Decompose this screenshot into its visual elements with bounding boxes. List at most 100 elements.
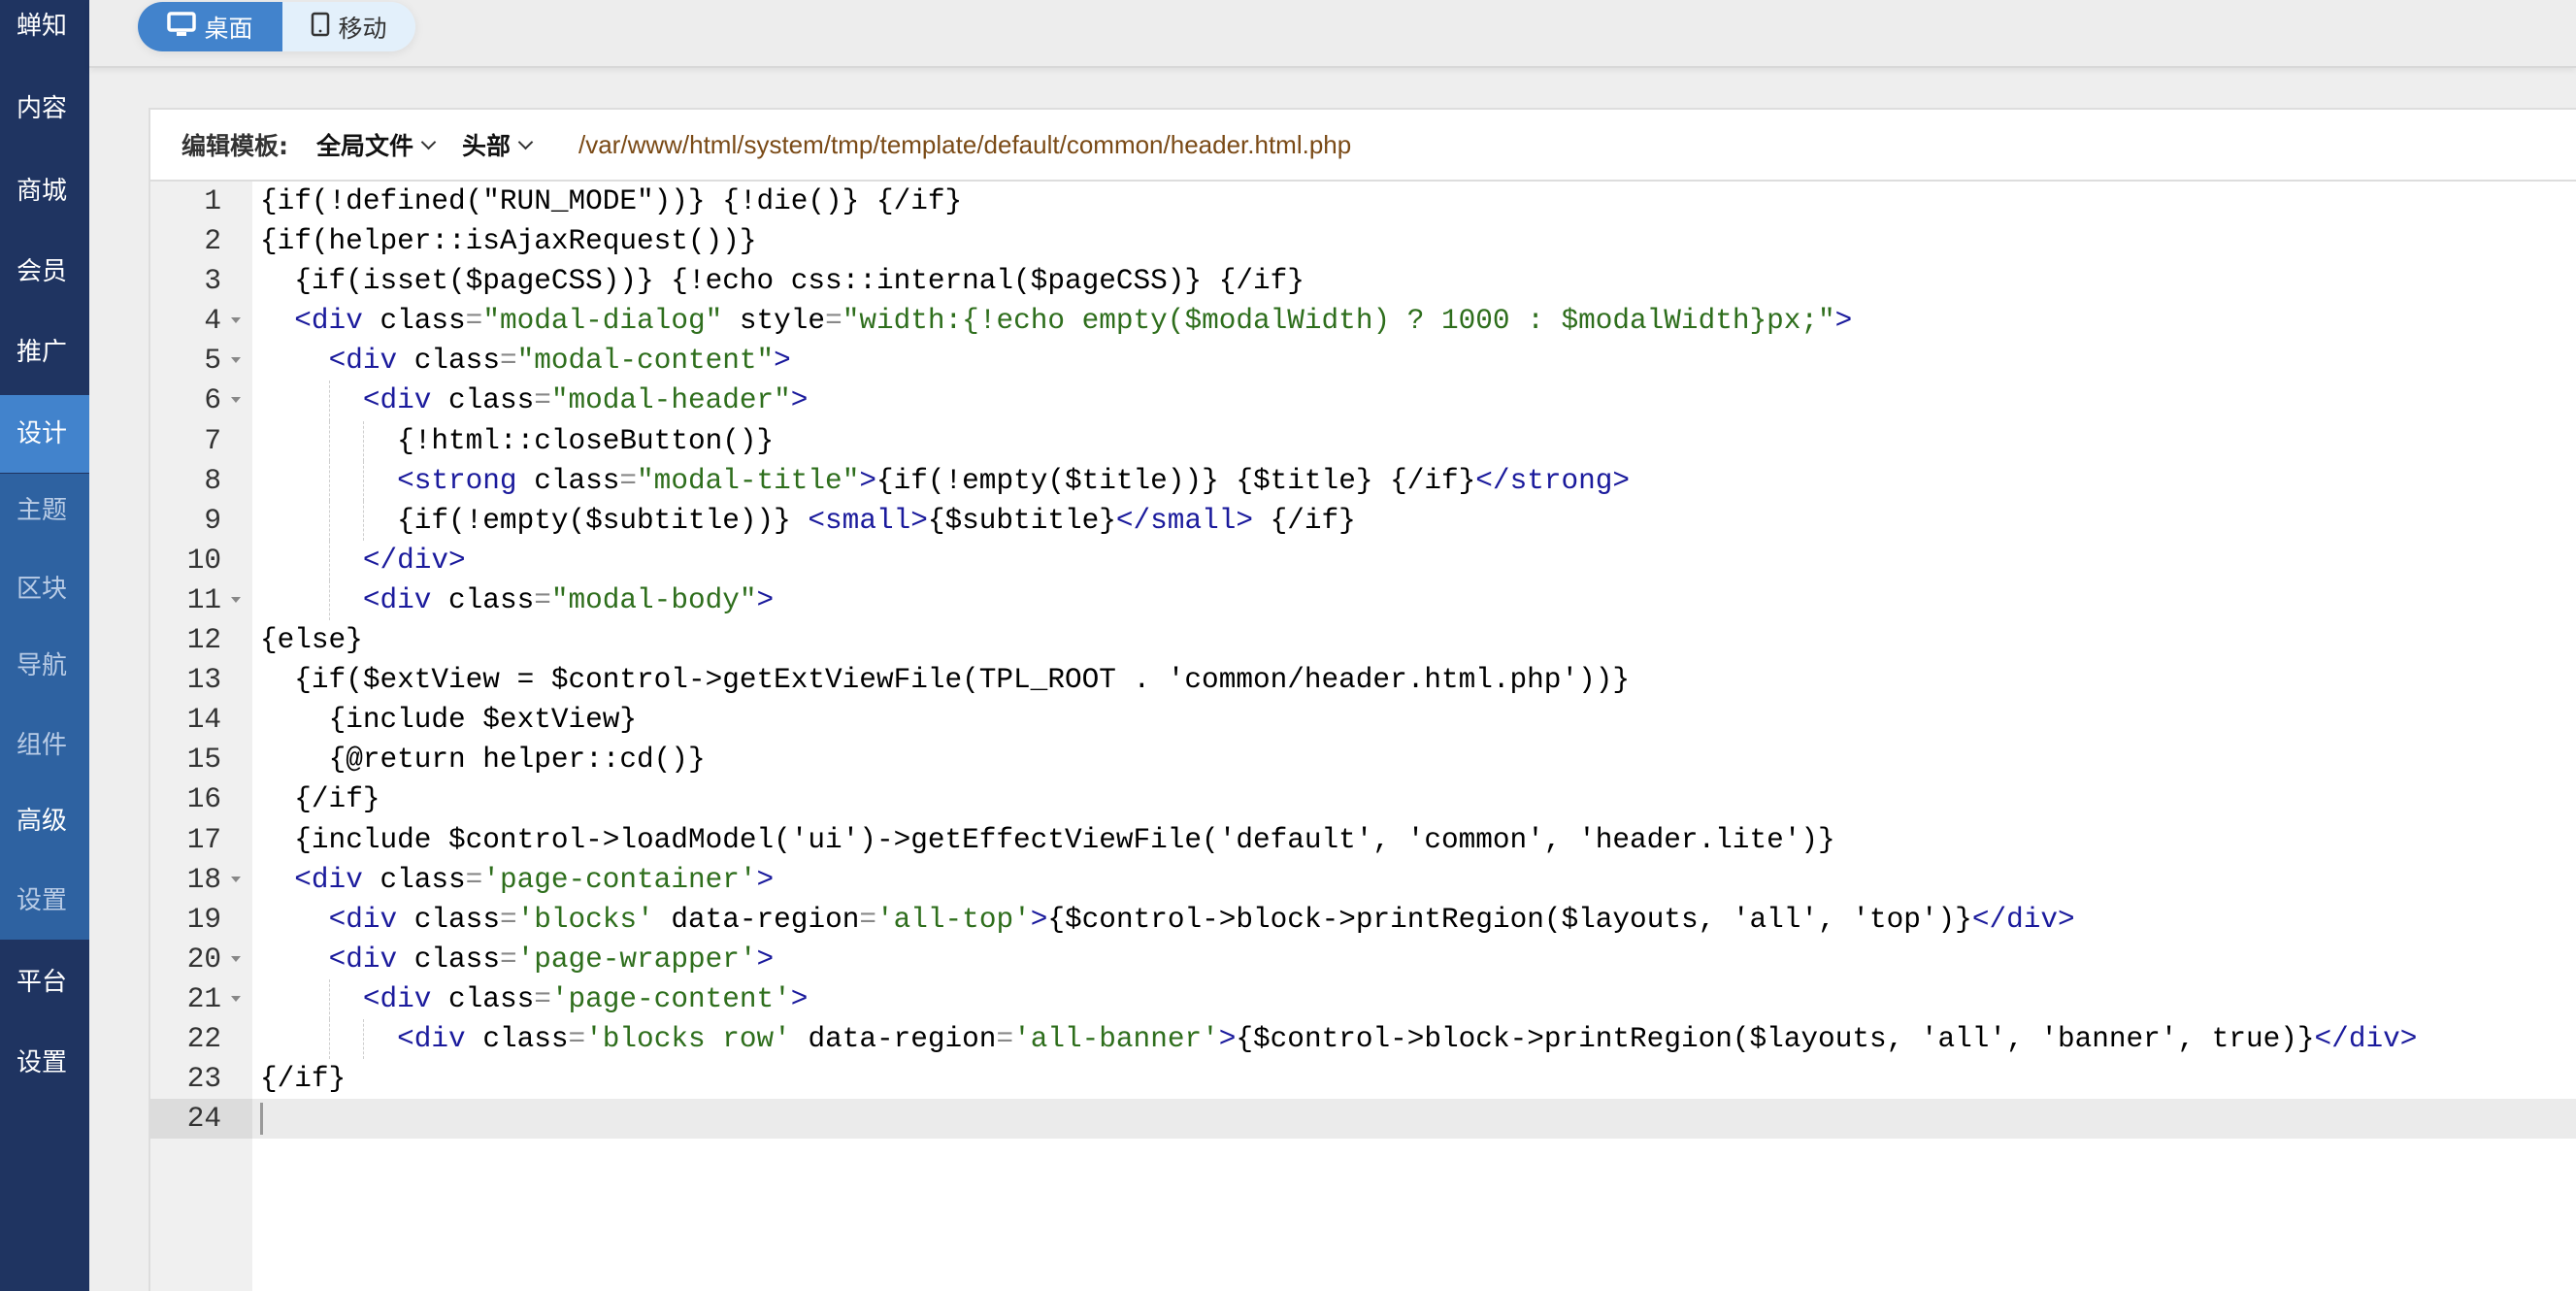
code-token: </div> bbox=[1971, 903, 2075, 936]
sidebar-item-members[interactable]: 会员 bbox=[0, 233, 89, 311]
code-token: > bbox=[1834, 305, 1853, 338]
code-line[interactable]: 21 <div class='page-content'> bbox=[150, 978, 2576, 1019]
code-token: </strong> bbox=[1475, 464, 1631, 497]
fold-arrow-icon[interactable] bbox=[231, 357, 241, 364]
desktop-view-button[interactable]: 桌面 bbox=[138, 2, 282, 51]
sidebar-item-promotion[interactable]: 推广 bbox=[0, 314, 89, 391]
code-line[interactable]: 2 {if(helper::isAjaxRequest())} bbox=[150, 221, 2576, 261]
sidebar-item-home[interactable]: 蝉知 bbox=[0, 0, 89, 65]
sidebar-subitem-settings[interactable]: 设置 bbox=[0, 862, 89, 940]
fold-arrow-icon[interactable] bbox=[231, 876, 241, 882]
code-token: <strong bbox=[397, 464, 517, 497]
code-token: <div bbox=[397, 1022, 466, 1055]
chevron-down-icon bbox=[420, 134, 437, 149]
fold-arrow-icon[interactable] bbox=[231, 995, 241, 1002]
code-token: {include $control->loadModel('ui')->getE… bbox=[294, 823, 1835, 856]
code-line[interactable]: 15 {@return helper::cd()} bbox=[150, 740, 2576, 779]
code-token: class bbox=[413, 943, 500, 976]
code-token: 'blocks row' bbox=[585, 1022, 791, 1055]
code-line[interactable]: 24 bbox=[150, 1099, 2576, 1140]
code-line[interactable]: 10 </div> bbox=[150, 540, 2576, 580]
code-line[interactable]: 5 <div class="modal-content"> bbox=[150, 341, 2576, 381]
code-token: > bbox=[1218, 1022, 1237, 1055]
code-token: {@return helper::cd()} bbox=[328, 744, 706, 777]
code-text: {/if} bbox=[260, 1059, 346, 1099]
code-token: {/if} bbox=[294, 783, 380, 816]
fold-arrow-icon[interactable] bbox=[231, 317, 241, 324]
code-line[interactable]: 8 <strong class="modal-title">{if(!empty… bbox=[150, 460, 2576, 501]
sidebar-item-design[interactable]: 设计 bbox=[0, 395, 89, 473]
sidebar-item-platform[interactable]: 平台 bbox=[0, 943, 89, 1021]
code-text: <div class="modal-dialog" style="width:{… bbox=[260, 301, 1852, 341]
line-number: 1 bbox=[204, 185, 221, 217]
code-line[interactable]: 13 {if($extView = $control->getExtViewFi… bbox=[150, 660, 2576, 700]
code-line[interactable]: 22 <div class='blocks row' data-region='… bbox=[150, 1018, 2576, 1060]
code-line[interactable]: 16 {/if} bbox=[150, 779, 2576, 819]
code-token: {if(isset($pageCSS))} {!echo css::intern… bbox=[294, 265, 1305, 298]
template-part-dropdown-value: 头部 bbox=[462, 132, 512, 160]
template-part-dropdown[interactable]: 头部 bbox=[462, 127, 534, 162]
line-number: 23 bbox=[186, 1063, 221, 1096]
code-line[interactable]: 4 <div class="modal-dialog" style="width… bbox=[150, 301, 2576, 341]
code-text: {include $extView} bbox=[260, 700, 637, 740]
code-line[interactable]: 14 {include $extView} bbox=[150, 700, 2576, 740]
code-text: <div class="modal-content"> bbox=[260, 341, 791, 381]
sidebar-item-settings[interactable]: 设置 bbox=[0, 1024, 89, 1102]
fold-arrow-icon[interactable] bbox=[231, 397, 241, 404]
code-line[interactable]: 11 <div class="modal-body"> bbox=[150, 579, 2576, 621]
code-token: {if(helper::isAjaxRequest())} bbox=[260, 225, 757, 258]
code-text: {@return helper::cd()} bbox=[260, 740, 706, 779]
sidebar-subitem-advanced[interactable]: 高级 bbox=[0, 782, 89, 860]
device-toggle: 桌面 移动 bbox=[138, 2, 415, 51]
code-token: = bbox=[534, 982, 551, 1015]
code-text: {include $control->loadModel('ui')->getE… bbox=[260, 820, 1835, 860]
sidebar-subitem-theme[interactable]: 主题 bbox=[0, 472, 89, 549]
text-cursor bbox=[260, 1103, 263, 1136]
fold-arrow-icon[interactable] bbox=[231, 596, 241, 603]
sidebar-item-content[interactable]: 内容 bbox=[0, 70, 89, 148]
code-token: <div bbox=[328, 903, 398, 936]
code-token: data-region bbox=[671, 903, 860, 936]
code-line[interactable]: 20 <div class='page-wrapper'> bbox=[150, 940, 2576, 979]
line-number: 16 bbox=[186, 783, 221, 816]
sidebar-subitem-navigation[interactable]: 导航 bbox=[0, 627, 89, 705]
code-token: > bbox=[756, 943, 775, 976]
code-line[interactable]: 12 {else} bbox=[150, 620, 2576, 660]
line-number: 24 bbox=[150, 1099, 252, 1140]
code-line[interactable]: 9 {if(!empty($subtitle))} <small>{$subti… bbox=[150, 500, 2576, 541]
code-editor[interactable]: 1 {if(!defined("RUN_MODE"))} {!die()} {/i… bbox=[150, 182, 2576, 1291]
code-token: class bbox=[413, 345, 500, 378]
sidebar-design-submenu: 主题 区块 导航 组件 高级 设置 bbox=[0, 474, 89, 940]
code-token: <div bbox=[294, 863, 363, 896]
code-line[interactable]: 7 {!html::closeButton()} bbox=[150, 420, 2576, 461]
code-line[interactable]: 19 <div class='blocks' data-region='all-… bbox=[150, 900, 2576, 940]
scope-dropdown[interactable]: 全局文件 bbox=[316, 127, 437, 162]
code-line[interactable]: 3 {if(isset($pageCSS))} {!echo css::inte… bbox=[150, 261, 2576, 301]
scope-dropdown-value: 全局文件 bbox=[316, 132, 414, 160]
code-line[interactable]: 1 {if(!defined("RUN_MODE"))} {!die()} {/i… bbox=[150, 182, 2576, 221]
code-token: class bbox=[448, 982, 535, 1015]
code-token: 'blocks' bbox=[516, 903, 654, 936]
mobile-view-button[interactable]: 移动 bbox=[282, 2, 415, 51]
sidebar: 蝉知 内容 商城 会员 推广 设计 主题 区块 导航 组件 高级 设置 平台 设… bbox=[0, 0, 89, 1291]
sidebar-subitem-components[interactable]: 组件 bbox=[0, 707, 89, 784]
code-line[interactable]: 23 {/if} bbox=[150, 1059, 2576, 1099]
code-token: {$control->block->printRegion($layouts, … bbox=[1236, 1022, 2315, 1055]
code-token: 'all-banner' bbox=[1013, 1022, 1219, 1055]
fold-arrow-icon[interactable] bbox=[231, 955, 241, 962]
code-line[interactable]: 6 <div class="modal-header"> bbox=[150, 381, 2576, 421]
code-token: class bbox=[380, 863, 466, 896]
sidebar-subitem-blocks[interactable]: 区块 bbox=[0, 550, 89, 628]
code-token: {if($extView = $control->getExtViewFile(… bbox=[294, 664, 1630, 697]
code-token: "modal-title" bbox=[637, 464, 860, 497]
code-token: {if(!empty($title))} {$title} {/if} bbox=[875, 464, 1476, 497]
sidebar-item-shop[interactable]: 商城 bbox=[0, 152, 89, 230]
code-line[interactable]: 18 <div class='page-container'> bbox=[150, 860, 2576, 900]
code-token: "width:{!echo empty($modalWidth) ? 1000 … bbox=[842, 305, 1835, 338]
line-number: 12 bbox=[186, 624, 221, 657]
code-token: {include $extView} bbox=[328, 704, 638, 737]
code-line[interactable]: 17 {include $control->loadModel('ui')->g… bbox=[150, 820, 2576, 860]
code-token: "modal-dialog" bbox=[482, 305, 723, 338]
